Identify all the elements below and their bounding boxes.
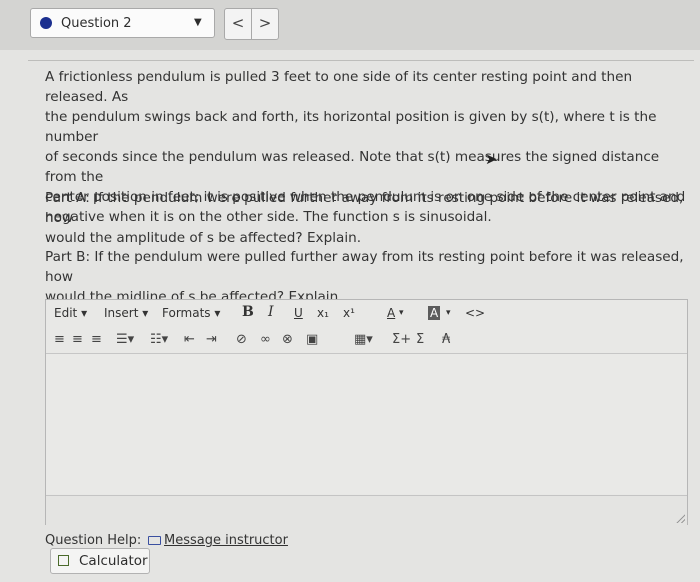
bold-button[interactable]: B xyxy=(242,304,254,320)
formats-menu-label: Formats xyxy=(162,306,211,320)
editor-status-bar xyxy=(46,495,687,525)
part-a-line: Part A: If the pendulum were pulled furt… xyxy=(45,190,684,226)
font-color-button[interactable]: A xyxy=(387,306,395,320)
outdent-icon[interactable]: ⇤ xyxy=(184,332,195,347)
edit-menu[interactable]: Edit ▾ xyxy=(54,306,87,320)
intro-line: of seconds since the pendulum was releas… xyxy=(45,149,660,185)
question-status-dot-icon xyxy=(40,17,52,29)
previous-question-button[interactable]: < xyxy=(224,8,252,40)
question-selector[interactable]: Question 2 ▼ xyxy=(30,8,215,38)
align-right-icon[interactable]: ≡ xyxy=(91,332,102,347)
calculator-label: Calculator xyxy=(79,553,148,569)
sigma-icon[interactable]: Σ xyxy=(416,332,424,347)
insert-menu-label: Insert xyxy=(104,306,139,320)
question-selector-label: Question 2 xyxy=(61,16,132,31)
link-icon[interactable]: ⊘ xyxy=(236,332,247,347)
align-center-icon[interactable]: ≡ xyxy=(72,332,83,347)
clear-link-icon[interactable]: ⊗ xyxy=(282,332,293,347)
bullet-list-icon[interactable]: ☰▾ xyxy=(116,332,134,347)
mouse-cursor-icon: ➤ xyxy=(485,150,498,168)
calculator-icon xyxy=(58,555,69,566)
indent-icon[interactable]: ⇥ xyxy=(206,332,217,347)
part-b-prompt: Part B: If the pendulum were pulled furt… xyxy=(45,247,690,307)
table-icon[interactable]: ▦▾ xyxy=(354,332,373,347)
message-instructor-label: Message instructor xyxy=(164,533,288,548)
highlight-caret-icon[interactable]: ▾ xyxy=(446,308,451,318)
numbered-list-icon[interactable]: ☷▾ xyxy=(150,332,168,347)
question-nav-bar: Question 2 ▼ < > xyxy=(0,0,700,50)
unlink-icon[interactable]: ∞ xyxy=(260,332,271,347)
superscript-button[interactable]: x¹ xyxy=(343,306,355,320)
italic-button[interactable]: I xyxy=(268,304,274,320)
edit-menu-label: Edit xyxy=(54,306,78,320)
caret-down-icon: ▼ xyxy=(194,17,202,28)
insert-menu[interactable]: Insert ▾ xyxy=(104,306,148,320)
part-a-prompt: Part A: If the pendulum were pulled furt… xyxy=(45,188,690,248)
subscript-button[interactable]: x₁ xyxy=(317,306,329,320)
align-left-icon[interactable]: ≡ xyxy=(54,332,65,347)
part-b-line: Part B: If the pendulum were pulled furt… xyxy=(45,249,684,285)
underline-button[interactable]: U xyxy=(294,306,303,320)
answer-editor: Edit ▾ Insert ▾ Formats ▾ B I U x₁ x¹ A … xyxy=(45,299,688,525)
resize-handle-icon[interactable] xyxy=(676,514,685,523)
intro-line: A frictionless pendulum is pulled 3 feet… xyxy=(45,69,633,105)
question-help-label: Question Help: xyxy=(45,533,142,548)
font-color-caret-icon[interactable]: ▾ xyxy=(399,308,404,318)
message-instructor-link[interactable]: Message instructor xyxy=(148,533,288,548)
highlight-color-button[interactable]: A xyxy=(428,306,441,320)
part-a-line: would the amplitude of s be affected? Ex… xyxy=(45,230,362,246)
divider xyxy=(28,60,694,61)
next-question-button[interactable]: > xyxy=(251,8,279,40)
sigma-plus-icon[interactable]: Σ+ xyxy=(392,332,411,347)
formula-icon[interactable]: ₳ xyxy=(442,332,450,347)
answer-text-area[interactable] xyxy=(46,354,687,494)
intro-line: the pendulum swings back and forth, its … xyxy=(45,109,657,145)
formats-menu[interactable]: Formats ▾ xyxy=(162,306,220,320)
envelope-icon xyxy=(148,536,161,545)
image-icon[interactable]: ▣ xyxy=(306,332,318,347)
calculator-button[interactable]: Calculator xyxy=(50,548,150,574)
source-code-button[interactable]: <> xyxy=(465,306,485,320)
